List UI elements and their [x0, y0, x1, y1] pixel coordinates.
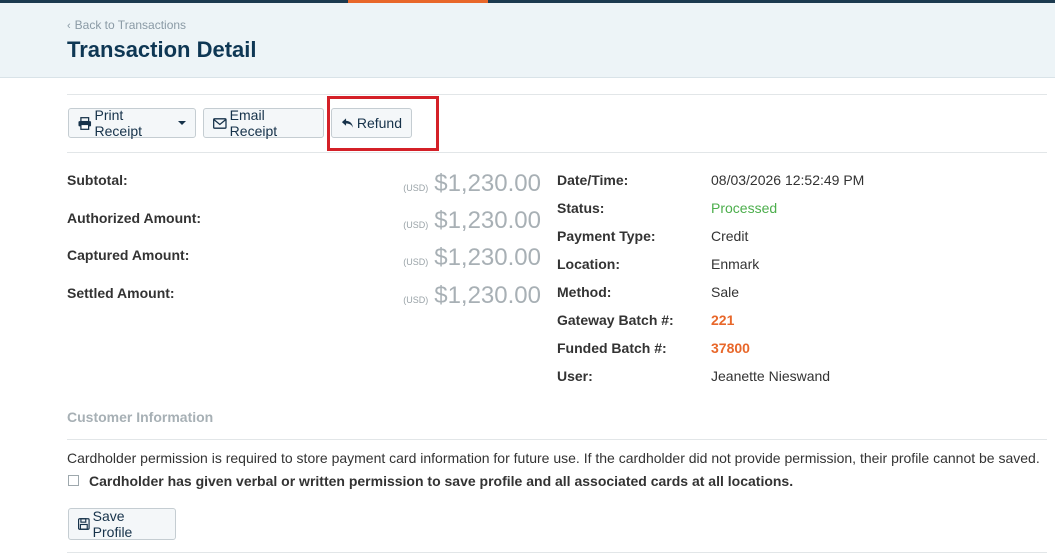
floppy-disk-icon	[78, 518, 90, 530]
email-receipt-label: Email Receipt	[229, 107, 278, 139]
divider	[67, 152, 1047, 153]
funded-batch-link[interactable]: 37800	[711, 340, 750, 356]
back-link-label: Back to Transactions	[74, 18, 187, 32]
caret-down-icon	[178, 121, 186, 125]
amount-value: $1,230.00	[434, 207, 541, 234]
captured-amount-label: Captured Amount:	[67, 247, 190, 263]
datetime-label: Date/Time:	[557, 172, 629, 188]
subtotal-value: (USD) $1,230.00	[403, 170, 541, 198]
authorized-amount-value: (USD) $1,230.00	[403, 207, 541, 235]
settled-amount-label: Settled Amount:	[67, 285, 175, 301]
print-receipt-label: Print Receipt	[94, 107, 142, 139]
datetime-value: 08/03/2026 12:52:49 PM	[711, 172, 865, 188]
print-receipt-button[interactable]: Print Receipt	[68, 107, 196, 139]
currency-code: (USD)	[403, 220, 429, 230]
method-value: Sale	[711, 284, 740, 300]
payment-type-label: Payment Type:	[557, 228, 656, 244]
permission-checkbox-label[interactable]: Cardholder has given verbal or written p…	[89, 473, 793, 489]
page-header: ‹ Back to Transactions Transaction Detail	[0, 3, 1055, 78]
customer-information-heading: Customer Information	[67, 409, 214, 425]
gateway-batch-link[interactable]: 221	[711, 312, 734, 328]
envelope-icon	[213, 117, 227, 129]
captured-amount-value: (USD) $1,230.00	[403, 244, 541, 272]
user-value: Jeanette Nieswand	[711, 368, 831, 384]
permission-checkbox[interactable]	[68, 475, 79, 486]
status-label: Status:	[557, 200, 605, 216]
chevron-left-icon: ‹	[67, 20, 71, 32]
email-receipt-button[interactable]: Email Receipt	[203, 107, 324, 139]
back-to-transactions-link[interactable]: ‹ Back to Transactions	[67, 18, 186, 32]
status-value: Processed	[711, 200, 778, 216]
permission-notice: Cardholder permission is required to sto…	[67, 450, 1040, 466]
method-label: Method:	[557, 284, 612, 300]
currency-code: (USD)	[403, 183, 429, 193]
divider	[67, 94, 1047, 95]
divider	[67, 552, 1047, 553]
user-label: User:	[557, 368, 593, 384]
refund-highlight-box	[327, 96, 439, 151]
subtotal-label: Subtotal:	[67, 172, 128, 188]
location-value: Enmark	[711, 256, 760, 272]
page-title: Transaction Detail	[67, 37, 257, 62]
payment-type-value: Credit	[711, 228, 749, 244]
amount-value: $1,230.00	[434, 170, 541, 197]
gateway-batch-label: Gateway Batch #:	[557, 312, 674, 328]
currency-code: (USD)	[403, 257, 429, 267]
save-profile-label: Save Profile	[92, 508, 133, 540]
divider	[67, 439, 1047, 440]
location-label: Location:	[557, 256, 620, 272]
currency-code: (USD)	[403, 295, 429, 305]
authorized-amount-label: Authorized Amount:	[67, 210, 202, 226]
save-profile-button[interactable]: Save Profile	[68, 508, 176, 540]
amount-value: $1,230.00	[434, 282, 541, 309]
funded-batch-label: Funded Batch #:	[557, 340, 667, 356]
amount-value: $1,230.00	[434, 244, 541, 271]
printer-icon	[78, 116, 92, 130]
settled-amount-value: (USD) $1,230.00	[403, 282, 541, 310]
